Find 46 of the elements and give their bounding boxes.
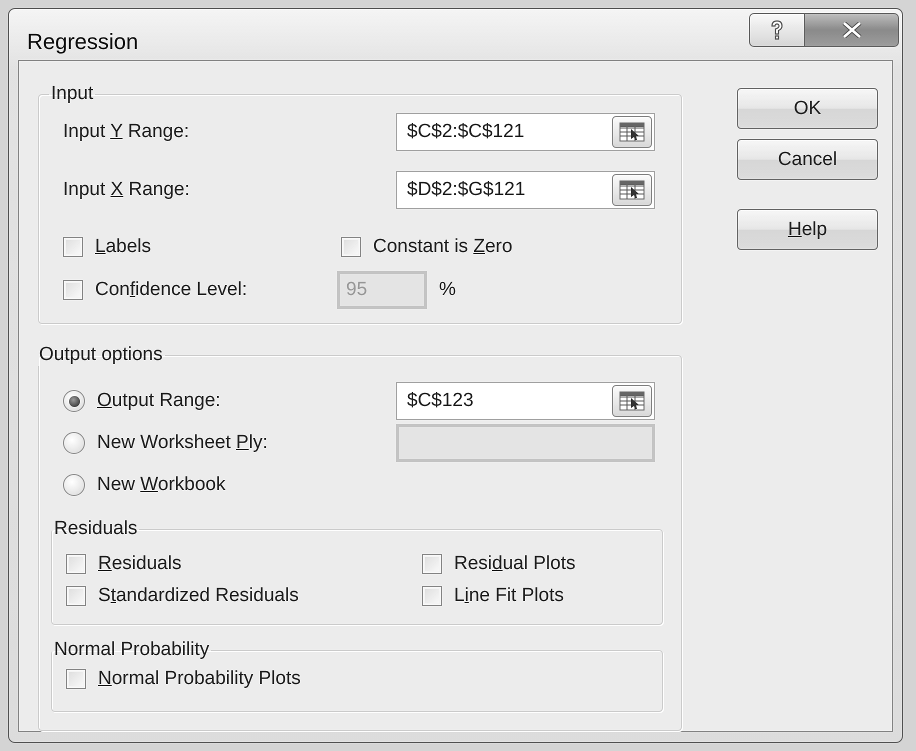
range-select-button[interactable]	[612, 174, 652, 206]
option-label: Residuals	[98, 553, 182, 575]
option-label: Confidence Level:	[95, 279, 248, 301]
option-label: New Worksheet Ply:	[97, 432, 268, 454]
input-field[interactable]: $C$123	[396, 382, 655, 420]
checkbox[interactable]	[422, 554, 442, 574]
field-label: Input Y Range:	[63, 121, 190, 143]
window-title: Regression	[27, 28, 138, 54]
dialog-button[interactable]: Cancel	[737, 139, 878, 180]
close-icon	[842, 22, 862, 38]
option-label: Line Fit Plots	[454, 585, 564, 607]
table-icon	[619, 391, 645, 411]
input-field[interactable]: $C$2:$C$121	[396, 113, 655, 151]
checkbox[interactable]	[422, 586, 442, 606]
group-title: Normal Probability	[53, 639, 210, 661]
checkbox[interactable]	[66, 586, 86, 606]
range-select-button[interactable]	[612, 116, 652, 148]
dialog-button[interactable]: OK	[737, 88, 878, 129]
option-label: Constant is Zero	[373, 236, 512, 258]
range-select-button[interactable]	[612, 385, 652, 417]
group-title: Input	[50, 83, 94, 105]
checkbox[interactable]	[63, 280, 83, 300]
table-icon	[619, 122, 645, 142]
unit-label: %	[439, 279, 456, 301]
field-label: Input X Range:	[63, 179, 191, 201]
group-title: Residuals	[53, 518, 138, 540]
option-label: Labels	[95, 236, 151, 258]
question-mark-icon	[769, 19, 785, 41]
checkbox[interactable]	[66, 554, 86, 574]
input-field[interactable]: $D$2:$G$121	[396, 171, 655, 209]
radio-button[interactable]	[63, 474, 85, 496]
dialog-button[interactable]: Help	[737, 209, 878, 250]
radio-button[interactable]	[63, 432, 85, 454]
checkbox[interactable]	[341, 237, 361, 257]
table-icon	[619, 180, 645, 200]
option-label: Residual Plots	[454, 553, 576, 575]
radio-button[interactable]	[63, 390, 85, 412]
option-label: New Workbook	[97, 474, 226, 496]
close-button[interactable]	[805, 13, 899, 47]
group-title: Output options	[38, 344, 164, 366]
option-label: Normal Probability Plots	[98, 668, 301, 690]
option-label: Standardized Residuals	[98, 585, 299, 607]
help-button[interactable]	[749, 13, 805, 47]
checkbox[interactable]	[63, 237, 83, 257]
option-label: Output Range:	[97, 390, 221, 412]
checkbox[interactable]	[66, 669, 86, 689]
